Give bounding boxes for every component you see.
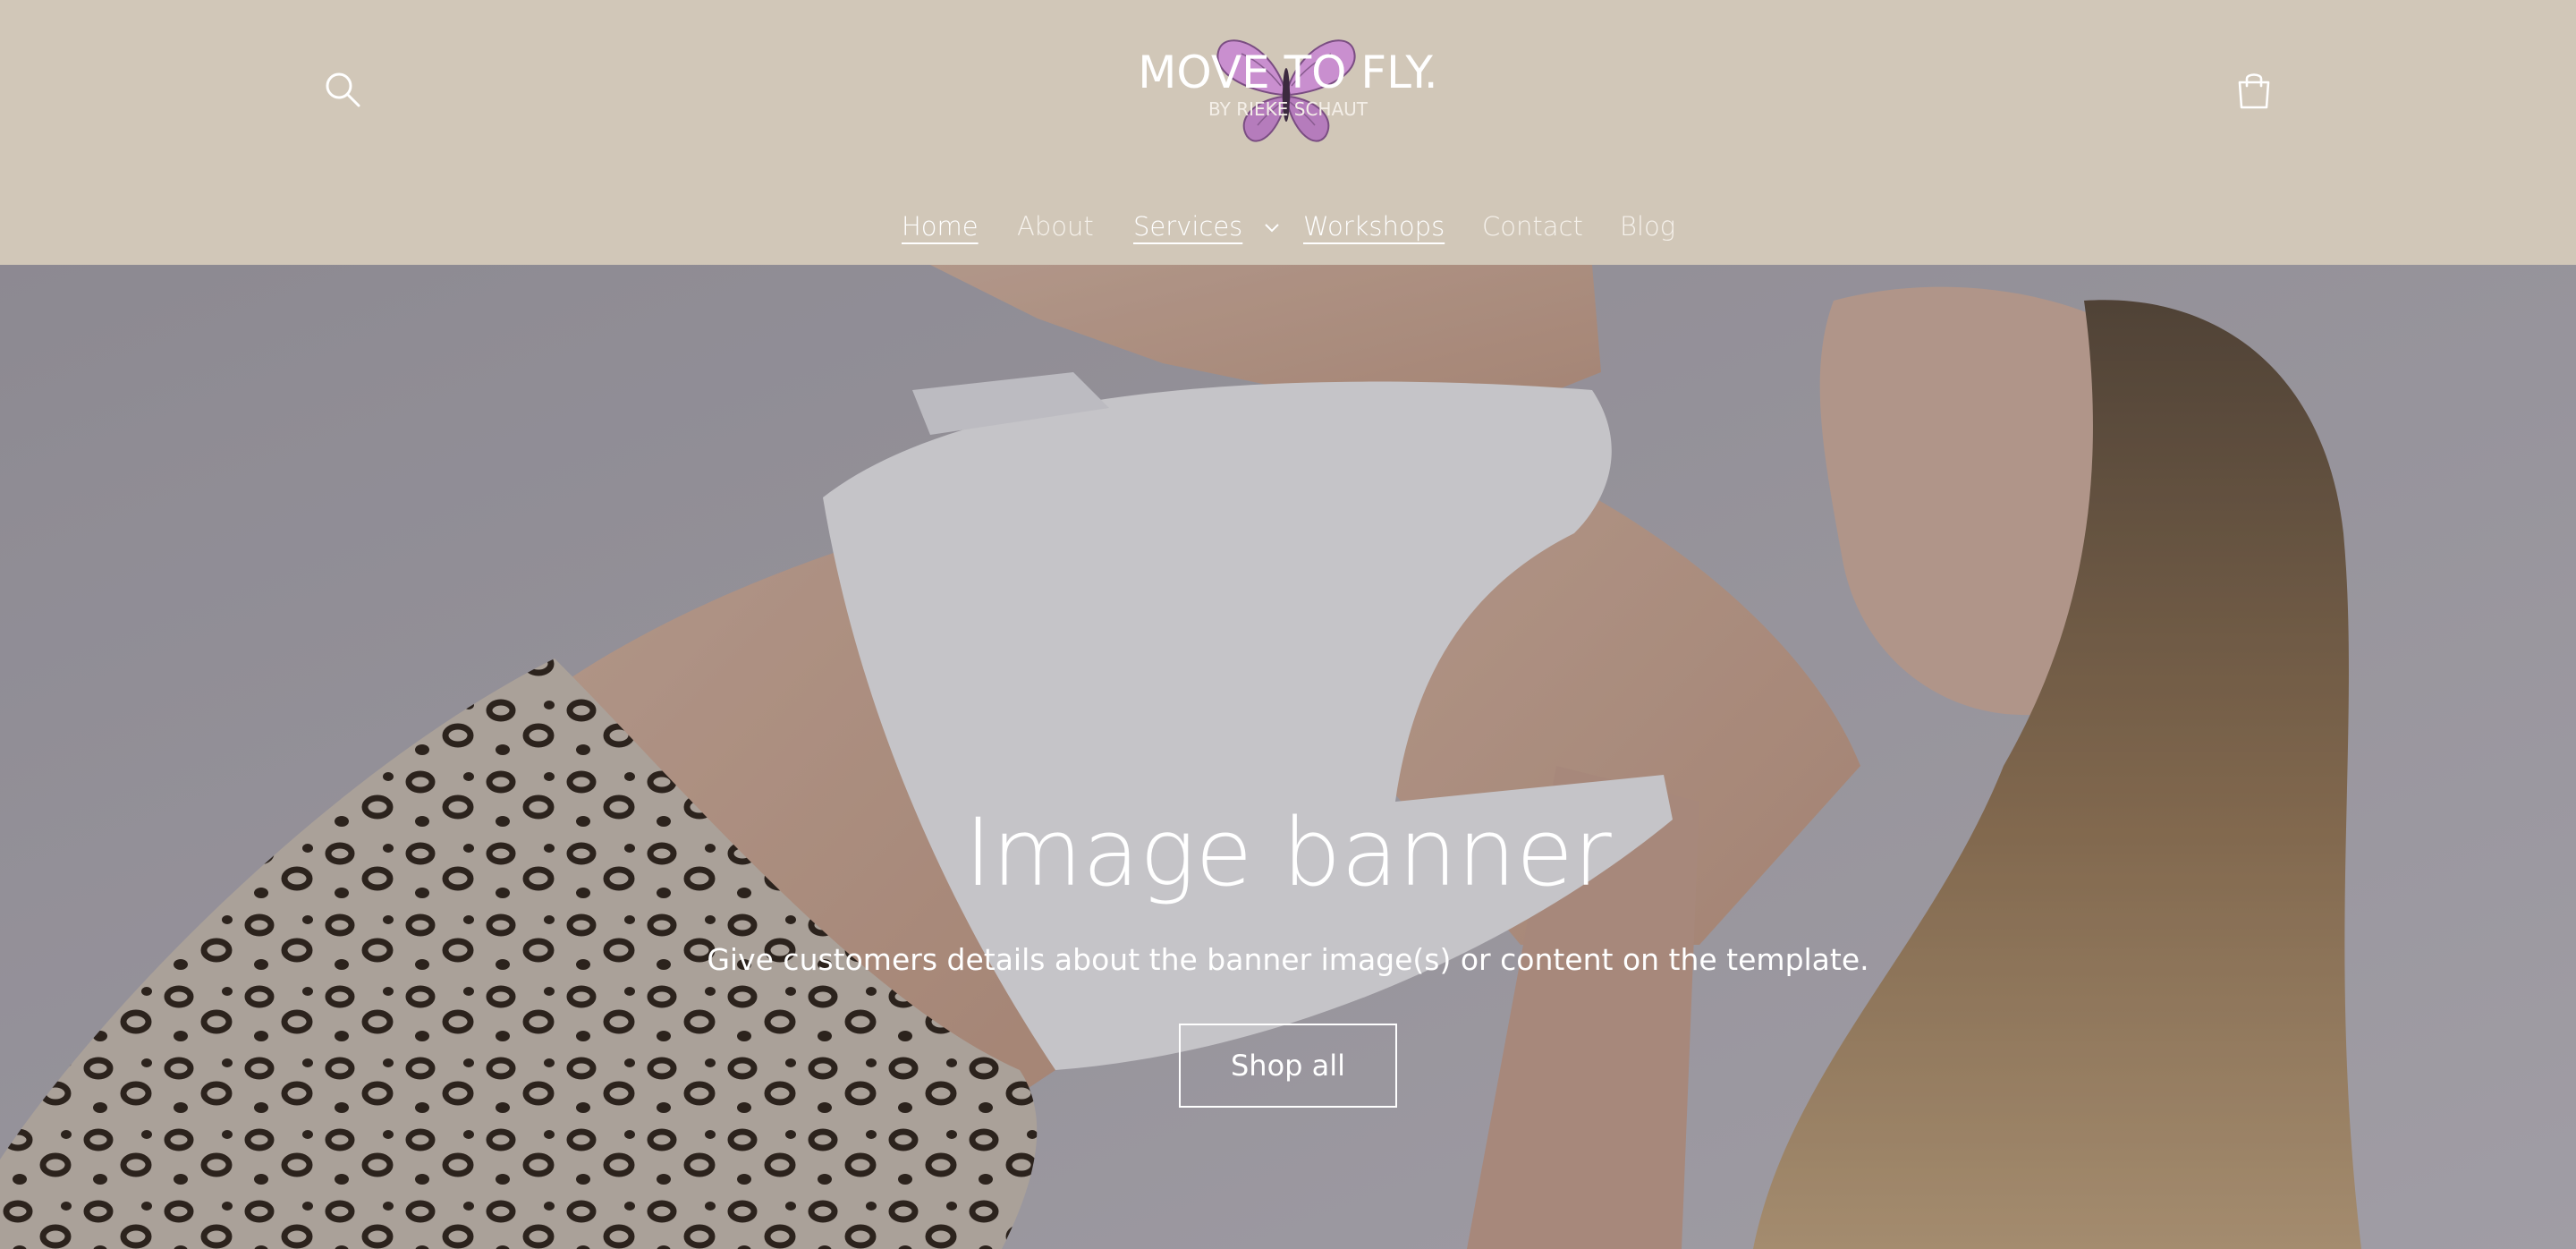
nav-item-workshops[interactable]: Workshops <box>1303 204 1445 249</box>
main-navigation: Home About Services Workshops Contact Bl… <box>0 204 2576 249</box>
search-icon <box>326 72 360 107</box>
nav-item-contact[interactable]: Contact <box>1482 204 1583 249</box>
cart-icon <box>2238 73 2270 109</box>
chevron-down-icon <box>1264 224 1279 233</box>
site-logo[interactable]: MOVE TO FLY. BY RIEKE SCHAUT <box>1109 27 1467 152</box>
nav-item-services[interactable]: Services <box>1133 204 1280 249</box>
shop-all-button[interactable]: Shop all <box>1179 1024 1397 1108</box>
hero-subtitle: Give customers details about the banner … <box>707 942 1869 977</box>
cart-button[interactable] <box>2229 63 2279 116</box>
logo-title: MOVE TO FLY. <box>1138 47 1438 98</box>
nav-item-blog[interactable]: Blog <box>1620 204 1675 249</box>
nav-item-home[interactable]: Home <box>902 204 979 249</box>
hero-banner: Image banner Give customers details abou… <box>0 265 2576 1249</box>
nav-item-about[interactable]: About <box>1017 204 1094 249</box>
search-button[interactable] <box>318 64 368 115</box>
site-header: MOVE TO FLY. BY RIEKE SCHAUT Home About … <box>0 0 2576 265</box>
hero-title: Image banner <box>964 798 1612 907</box>
logo-subtitle: BY RIEKE SCHAUT <box>1208 98 1368 120</box>
